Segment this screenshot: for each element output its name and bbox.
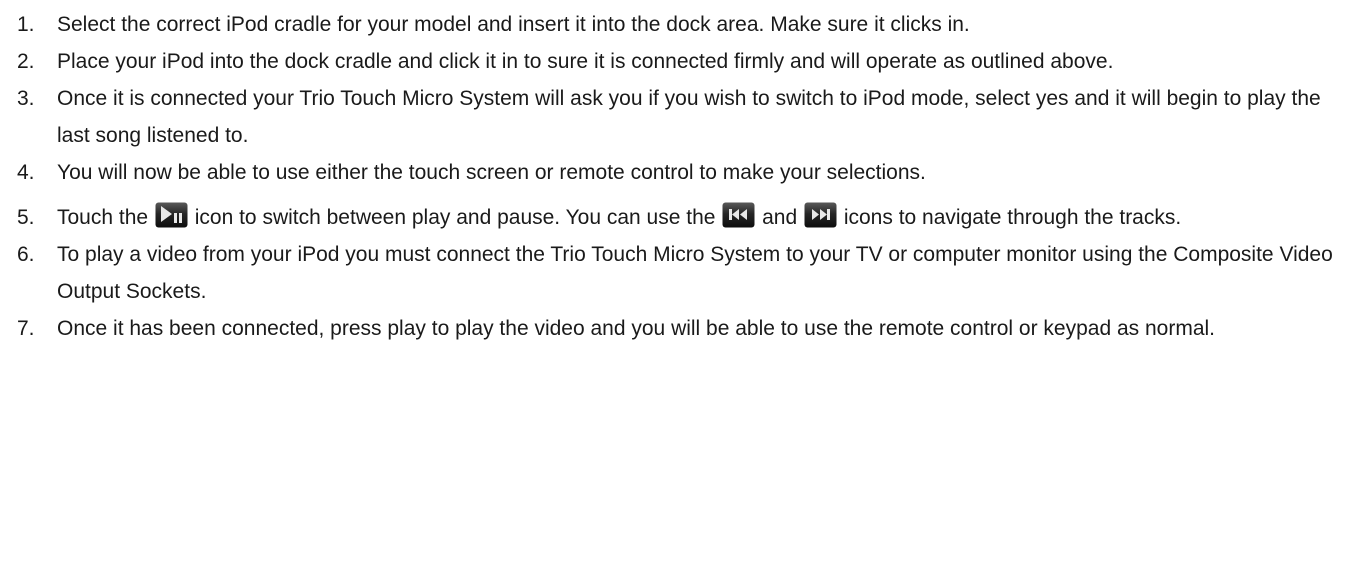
- step-number: 3.: [17, 87, 35, 110]
- step-text-part: icon to switch between play and pause. Y…: [188, 206, 722, 229]
- step-text: Once it is connected your Trio Touch Mic…: [57, 87, 1321, 147]
- step-number: 4.: [17, 161, 35, 184]
- step-number: 5.: [17, 206, 35, 229]
- step-text-part: and: [756, 206, 803, 229]
- step-text: To play a video from your iPod you must …: [57, 243, 1333, 303]
- step-number: 6.: [17, 243, 35, 266]
- instruction-list: 1. Select the correct iPod cradle for yo…: [0, 6, 1361, 347]
- step-text-part: icons to navigate through the tracks.: [838, 206, 1182, 229]
- step-text: Place your iPod into the dock cradle and…: [57, 50, 1114, 73]
- instruction-document: 1. Select the correct iPod cradle for yo…: [0, 0, 1361, 565]
- list-item: 6. To play a video from your iPod you mu…: [0, 236, 1361, 310]
- list-item: 1. Select the correct iPod cradle for yo…: [0, 6, 1361, 43]
- list-item: 2. Place your iPod into the dock cradle …: [0, 43, 1361, 80]
- next-track-icon: [804, 202, 837, 228]
- step-text: Once it has been connected, press play t…: [57, 317, 1216, 340]
- play-pause-icon: [155, 202, 188, 228]
- step-number: 1.: [17, 13, 35, 36]
- list-item: 3. Once it is connected your Trio Touch …: [0, 80, 1361, 154]
- step-text: You will now be able to use either the t…: [57, 161, 926, 184]
- list-item: 7. Once it has been connected, press pla…: [0, 310, 1361, 347]
- step-text-part: Touch the: [57, 206, 154, 229]
- previous-track-icon: [722, 202, 755, 228]
- step-number: 2.: [17, 50, 35, 73]
- step-text: Select the correct iPod cradle for your …: [57, 13, 970, 36]
- list-item: 5. Touch the icon to switch between play…: [0, 199, 1361, 236]
- list-item: 4. You will now be able to use either th…: [0, 154, 1361, 191]
- step-number: 7.: [17, 317, 35, 340]
